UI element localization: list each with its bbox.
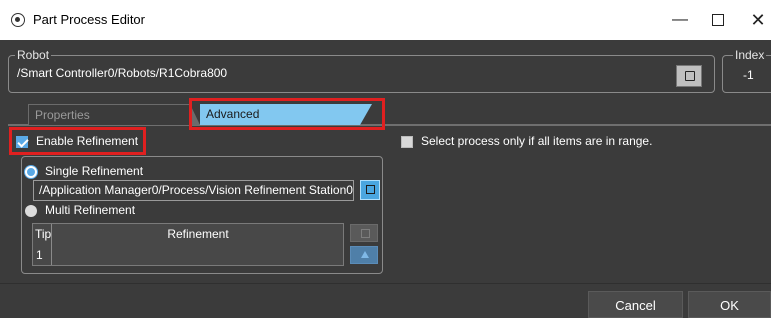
index-legend: Index [733, 48, 767, 62]
single-refinement-path-field[interactable]: /Application Manager0/Process/Vision Ref… [33, 180, 354, 201]
multi-refinement-label: Multi Refinement [45, 203, 136, 217]
cancel-button[interactable]: Cancel [588, 291, 683, 318]
refinement-table: Tip Refinement 1 [32, 223, 344, 266]
maximize-button[interactable] [704, 6, 732, 34]
ok-button[interactable]: OK [688, 291, 771, 318]
index-group: Index -1 [722, 48, 771, 93]
browse-icon[interactable] [360, 180, 380, 200]
robot-path: /Smart Controller0/Robots/R1Cobra800 [17, 66, 228, 80]
window-icon [11, 13, 25, 27]
column-header-tip: Tip [33, 224, 52, 245]
multi-refinement-radio[interactable] [25, 205, 37, 217]
footer-divider [0, 283, 771, 284]
table-row-tip-cell[interactable]: 1 [33, 245, 52, 265]
tab-properties[interactable]: Properties [28, 104, 200, 125]
enable-refinement-checkbox[interactable] [16, 136, 28, 148]
single-refinement-label: Single Refinement [45, 164, 144, 178]
robot-legend: Robot [15, 48, 52, 62]
window-title: Part Process Editor [33, 12, 145, 27]
single-refinement-radio[interactable] [25, 166, 37, 178]
index-value: -1 [743, 68, 754, 82]
close-button[interactable]: ✕ [744, 6, 771, 34]
minimize-button[interactable]: — [666, 6, 694, 34]
table-browse-button[interactable] [350, 224, 378, 242]
enable-refinement-label: Enable Refinement [36, 134, 139, 148]
select-in-range-checkbox[interactable] [401, 136, 413, 148]
table-row-refinement-cell[interactable] [53, 245, 343, 265]
title-bar: Part Process Editor — ✕ [0, 0, 771, 40]
column-header-refinement: Refinement [167, 227, 229, 241]
up-arrow-icon[interactable] [350, 246, 378, 264]
select-in-range-label: Select process only if all items are in … [421, 134, 653, 148]
maximize-icon [712, 14, 724, 26]
tab-advanced[interactable]: Advanced [200, 104, 372, 125]
robot-group: Robot /Smart Controller0/Robots/R1Cobra8… [8, 48, 715, 93]
robot-browse-button[interactable] [676, 65, 702, 87]
